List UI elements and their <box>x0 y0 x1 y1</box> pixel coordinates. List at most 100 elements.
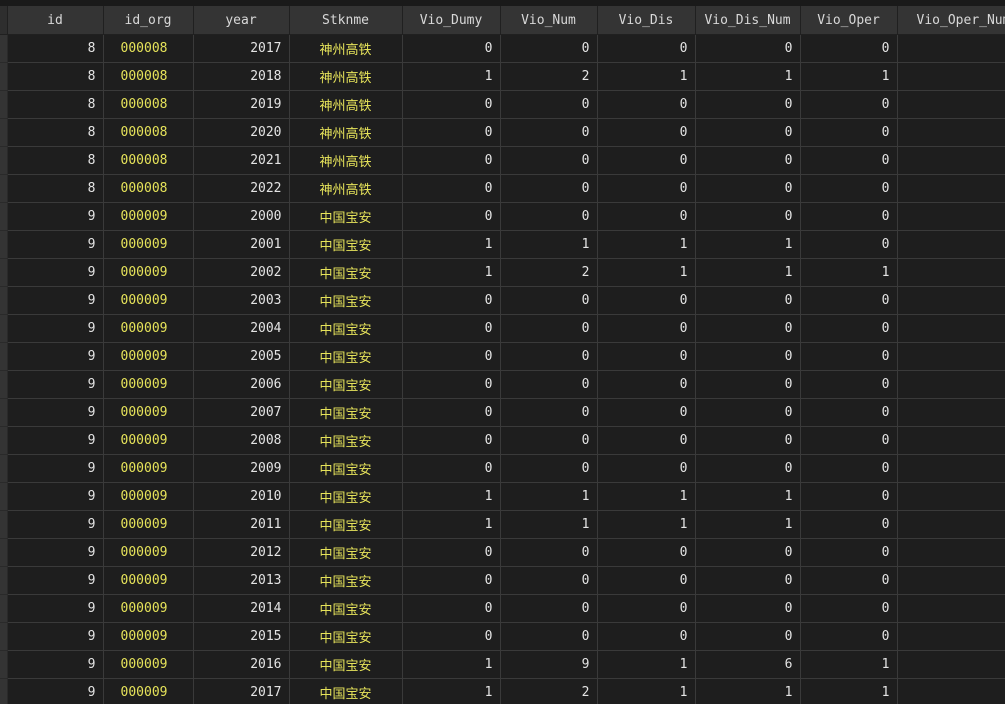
cell-vio-num[interactable]: 0 <box>500 538 598 567</box>
cell-id-org[interactable]: 000008 <box>103 90 194 119</box>
cell-vio-oper-num[interactable]: 0 <box>897 426 1005 455</box>
cell-year[interactable]: 2015 <box>193 622 290 651</box>
cell-vio-dis-num[interactable]: 0 <box>695 622 801 651</box>
cell-vio-oper[interactable]: 0 <box>800 90 898 119</box>
cell-vio-dumy[interactable]: 0 <box>402 146 501 175</box>
cell-id[interactable]: 8 <box>7 62 104 91</box>
column-header-vio-num[interactable]: Vio_Num <box>500 6 598 35</box>
cell-id-org[interactable]: 000009 <box>103 594 194 623</box>
cell-vio-num[interactable]: 0 <box>500 370 598 399</box>
row-selector[interactable] <box>0 174 8 203</box>
cell-vio-dis-num[interactable]: 0 <box>695 538 801 567</box>
table-row[interactable]: 90000092005中国宝安000000 <box>0 342 1005 371</box>
cell-vio-num[interactable]: 0 <box>500 118 598 147</box>
cell-vio-dis[interactable]: 1 <box>597 510 696 539</box>
cell-vio-dis[interactable]: 0 <box>597 342 696 371</box>
cell-stknme[interactable]: 中国宝安 <box>289 594 403 623</box>
cell-vio-dumy[interactable]: 0 <box>402 314 501 343</box>
row-selector[interactable] <box>0 622 8 651</box>
cell-vio-dis-num[interactable]: 0 <box>695 342 801 371</box>
cell-vio-num[interactable]: 0 <box>500 286 598 315</box>
cell-vio-dis[interactable]: 0 <box>597 314 696 343</box>
cell-id-org[interactable]: 000009 <box>103 202 194 231</box>
cell-vio-oper[interactable]: 0 <box>800 286 898 315</box>
cell-vio-dumy[interactable]: 1 <box>402 510 501 539</box>
row-selector[interactable] <box>0 594 8 623</box>
cell-vio-oper-num[interactable]: 0 <box>897 202 1005 231</box>
cell-vio-oper-num[interactable]: 0 <box>897 314 1005 343</box>
cell-vio-dis-num[interactable]: 0 <box>695 174 801 203</box>
cell-vio-dis[interactable]: 0 <box>597 594 696 623</box>
cell-vio-dumy[interactable]: 1 <box>402 62 501 91</box>
cell-vio-dis-num[interactable]: 0 <box>695 202 801 231</box>
cell-id-org[interactable]: 000009 <box>103 314 194 343</box>
cell-vio-num[interactable]: 0 <box>500 202 598 231</box>
cell-vio-oper-num[interactable]: 0 <box>897 594 1005 623</box>
cell-vio-num[interactable]: 0 <box>500 174 598 203</box>
cell-vio-dumy[interactable]: 0 <box>402 118 501 147</box>
table-row[interactable]: 80000082022神州高铁000000 <box>0 174 1005 203</box>
column-header-vio-dis[interactable]: Vio_Dis <box>597 6 696 35</box>
column-header-vio-dumy[interactable]: Vio_Dumy <box>402 6 501 35</box>
table-row[interactable]: 90000092003中国宝安000000 <box>0 286 1005 315</box>
cell-id[interactable]: 9 <box>7 342 104 371</box>
cell-year[interactable]: 2017 <box>193 34 290 63</box>
cell-year[interactable]: 2007 <box>193 398 290 427</box>
cell-vio-oper-num[interactable]: 0 <box>897 622 1005 651</box>
cell-stknme[interactable]: 中国宝安 <box>289 482 403 511</box>
cell-stknme[interactable]: 神州高铁 <box>289 34 403 63</box>
cell-id[interactable]: 9 <box>7 230 104 259</box>
cell-year[interactable]: 2001 <box>193 230 290 259</box>
cell-vio-dis[interactable]: 0 <box>597 370 696 399</box>
cell-vio-oper[interactable]: 0 <box>800 34 898 63</box>
cell-vio-dis[interactable]: 1 <box>597 258 696 287</box>
cell-vio-dis[interactable]: 0 <box>597 286 696 315</box>
cell-vio-dis-num[interactable]: 0 <box>695 594 801 623</box>
cell-vio-num[interactable]: 0 <box>500 622 598 651</box>
row-selector[interactable] <box>0 538 8 567</box>
cell-id-org[interactable]: 000009 <box>103 230 194 259</box>
cell-id-org[interactable]: 000008 <box>103 174 194 203</box>
cell-vio-oper-num[interactable]: 0 <box>897 454 1005 483</box>
cell-vio-dumy[interactable]: 0 <box>402 426 501 455</box>
column-header-id[interactable]: id <box>7 6 104 35</box>
cell-vio-dis-num[interactable]: 1 <box>695 482 801 511</box>
cell-vio-dis-num[interactable]: 1 <box>695 510 801 539</box>
cell-vio-dis-num[interactable]: 0 <box>695 566 801 595</box>
cell-id-org[interactable]: 000009 <box>103 622 194 651</box>
cell-id-org[interactable]: 000008 <box>103 34 194 63</box>
column-header-vio-oper[interactable]: Vio_Oper <box>800 6 898 35</box>
table-row[interactable]: 80000082019神州高铁000000 <box>0 90 1005 119</box>
cell-id[interactable]: 9 <box>7 566 104 595</box>
column-header-stknme[interactable]: Stknme <box>289 6 403 35</box>
cell-vio-oper[interactable]: 0 <box>800 202 898 231</box>
column-header-vio-oper-num[interactable]: Vio_Oper_Num <box>897 6 1005 35</box>
table-row[interactable]: 90000092014中国宝安000000 <box>0 594 1005 623</box>
cell-id[interactable]: 8 <box>7 34 104 63</box>
cell-vio-num[interactable]: 0 <box>500 90 598 119</box>
cell-vio-dumy[interactable]: 0 <box>402 370 501 399</box>
cell-year[interactable]: 2006 <box>193 370 290 399</box>
cell-vio-oper[interactable]: 1 <box>800 62 898 91</box>
cell-vio-dis-num[interactable]: 0 <box>695 314 801 343</box>
cell-vio-num[interactable]: 0 <box>500 566 598 595</box>
cell-year[interactable]: 2005 <box>193 342 290 371</box>
cell-stknme[interactable]: 中国宝安 <box>289 258 403 287</box>
cell-vio-dumy[interactable]: 0 <box>402 566 501 595</box>
row-selector[interactable] <box>0 230 8 259</box>
cell-vio-num[interactable]: 1 <box>500 230 598 259</box>
row-selector[interactable] <box>0 62 8 91</box>
table-row[interactable]: 90000092017中国宝安121111 <box>0 678 1005 704</box>
cell-year[interactable]: 2019 <box>193 90 290 119</box>
cell-vio-oper-num[interactable]: 0 <box>897 482 1005 511</box>
table-row[interactable]: 80000082017神州高铁000000 <box>0 34 1005 63</box>
cell-vio-oper[interactable]: 0 <box>800 342 898 371</box>
cell-stknme[interactable]: 中国宝安 <box>289 202 403 231</box>
table-row[interactable]: 90000092004中国宝安000000 <box>0 314 1005 343</box>
cell-vio-dis-num[interactable]: 6 <box>695 650 801 679</box>
cell-vio-dumy[interactable]: 1 <box>402 258 501 287</box>
cell-vio-dis-num[interactable]: 0 <box>695 286 801 315</box>
row-selector[interactable] <box>0 90 8 119</box>
cell-vio-oper-num[interactable]: 0 <box>897 538 1005 567</box>
row-selector[interactable] <box>0 650 8 679</box>
